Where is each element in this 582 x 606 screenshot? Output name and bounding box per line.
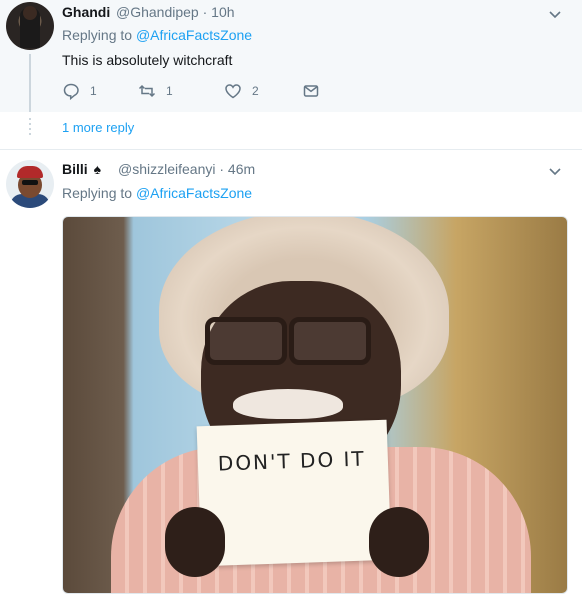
replying-prefix: Replying to — [62, 185, 133, 201]
spade-icon: ♠ — [93, 161, 101, 177]
media-hand-left — [165, 507, 225, 577]
replying-to-link[interactable]: @AfricaFactsZone — [136, 185, 252, 201]
reply-count: 1 — [90, 84, 97, 98]
replying-prefix: Replying to — [62, 27, 133, 43]
message-icon — [303, 85, 319, 97]
media-sign: DON'T DO IT — [196, 419, 392, 567]
display-name[interactable]: Ghandi — [62, 4, 110, 20]
replying-to: Replying to @AfricaFactsZone — [62, 27, 252, 43]
avatar-head — [23, 6, 37, 20]
display-name[interactable]: Billi ♠ — [62, 161, 101, 177]
like-button[interactable]: 2 — [224, 82, 259, 100]
timestamp[interactable]: · 46m — [219, 161, 255, 177]
media-hand-right — [369, 507, 429, 577]
avatar[interactable] — [6, 2, 54, 50]
tweet-ghandi[interactable]: Ghandi @Ghandipep · 10h Replying to @Afr… — [0, 0, 582, 114]
tweet-text: This is absolutely witchcraft — [62, 52, 233, 68]
thread-line — [29, 54, 31, 114]
reply-button[interactable]: 1 — [62, 82, 97, 100]
message-button[interactable] — [302, 82, 320, 100]
replying-to-link[interactable]: @AfricaFactsZone — [136, 27, 252, 43]
retweet-button[interactable]: 1 — [138, 82, 173, 100]
avatar-glasses — [22, 180, 38, 185]
chevron-down-icon[interactable] — [549, 166, 561, 178]
media-glasses-left — [205, 317, 287, 365]
avatar-cap — [17, 166, 43, 178]
avatar[interactable] — [6, 160, 54, 208]
like-count: 2 — [252, 84, 259, 98]
handle[interactable]: @shizzleifeanyi · 46m — [118, 161, 255, 177]
handle[interactable]: @Ghandipep · 10h — [116, 4, 235, 20]
handle-text: @shizzleifeanyi — [118, 161, 216, 177]
timestamp[interactable]: · 10h — [203, 4, 235, 20]
thread-dots — [29, 118, 31, 136]
media-sign-text: DON'T DO IT — [217, 446, 367, 476]
media-mustache — [233, 389, 343, 419]
display-name-text: Billi — [62, 161, 88, 177]
reply-icon — [63, 83, 79, 100]
media-glasses-right — [289, 317, 371, 365]
handle-text: @Ghandipep — [116, 4, 199, 20]
replying-to: Replying to @AfricaFactsZone — [62, 185, 252, 201]
like-icon — [225, 84, 241, 99]
retweet-count: 1 — [166, 84, 173, 98]
more-replies-link[interactable]: 1 more reply — [62, 120, 134, 135]
retweet-icon — [138, 84, 156, 98]
chevron-down-icon[interactable] — [549, 9, 561, 21]
more-replies-row[interactable]: 1 more reply — [0, 112, 582, 150]
tweet-media-image[interactable]: DON'T DO IT — [62, 216, 568, 594]
